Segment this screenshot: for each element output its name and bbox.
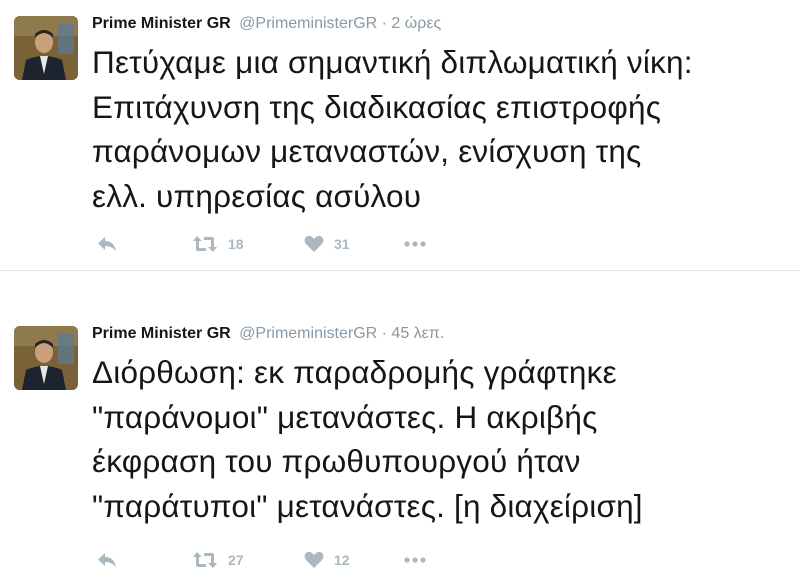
more-button[interactable] [404,241,426,247]
author-handle[interactable]: @PrimeministerGR [239,15,377,32]
author-handle[interactable]: @PrimeministerGR [239,325,377,342]
separator: · [381,325,387,342]
tweet[interactable]: Prime Minister GR @PrimeministerGR · 45 … [0,310,800,588]
like-button[interactable]: 31 [304,235,404,253]
retweet-icon [193,236,217,252]
retweet-icon [193,552,217,568]
tweet-header: Prime Minister GR @PrimeministerGR · 45 … [92,324,444,344]
retweet-count: 18 [228,236,244,252]
heart-icon [304,551,324,568]
tweet-actions: 18 31 [96,232,426,256]
tweet-text: Πετύχαμε μια σημαντική διπλωματική νίκη:… [92,44,693,214]
reply-button[interactable] [96,551,192,569]
avatar[interactable] [14,326,78,390]
retweet-count: 27 [228,552,244,568]
more-icon [404,241,426,247]
more-icon [404,557,426,563]
tweet-header: Prime Minister GR @PrimeministerGR · 2 ώ… [92,14,441,34]
timeline: Prime Minister GR @PrimeministerGR · 2 ώ… [0,0,800,588]
tweet-timestamp[interactable]: 45 λεπ. [391,325,444,342]
reply-icon [98,237,116,251]
tweet-timestamp[interactable]: 2 ώρες [391,15,441,32]
reply-icon [98,553,116,567]
retweet-button[interactable]: 18 [192,235,304,253]
more-button[interactable] [404,557,426,563]
reply-button[interactable] [96,235,192,253]
like-count: 31 [334,236,350,252]
separator: · [381,15,387,32]
tweet[interactable]: Prime Minister GR @PrimeministerGR · 2 ώ… [0,0,800,272]
tweet-divider [0,270,800,271]
like-count: 12 [334,552,350,568]
author-name[interactable]: Prime Minister GR [92,325,231,342]
tweet-actions: 27 12 [96,548,426,572]
avatar[interactable] [14,16,78,80]
tweet-text: Διόρθωση: εκ παραδρομής γράφτηκε "παράνο… [92,354,643,524]
retweet-button[interactable]: 27 [192,551,304,569]
author-name[interactable]: Prime Minister GR [92,15,231,32]
like-button[interactable]: 12 [304,551,404,569]
heart-icon [304,235,324,252]
